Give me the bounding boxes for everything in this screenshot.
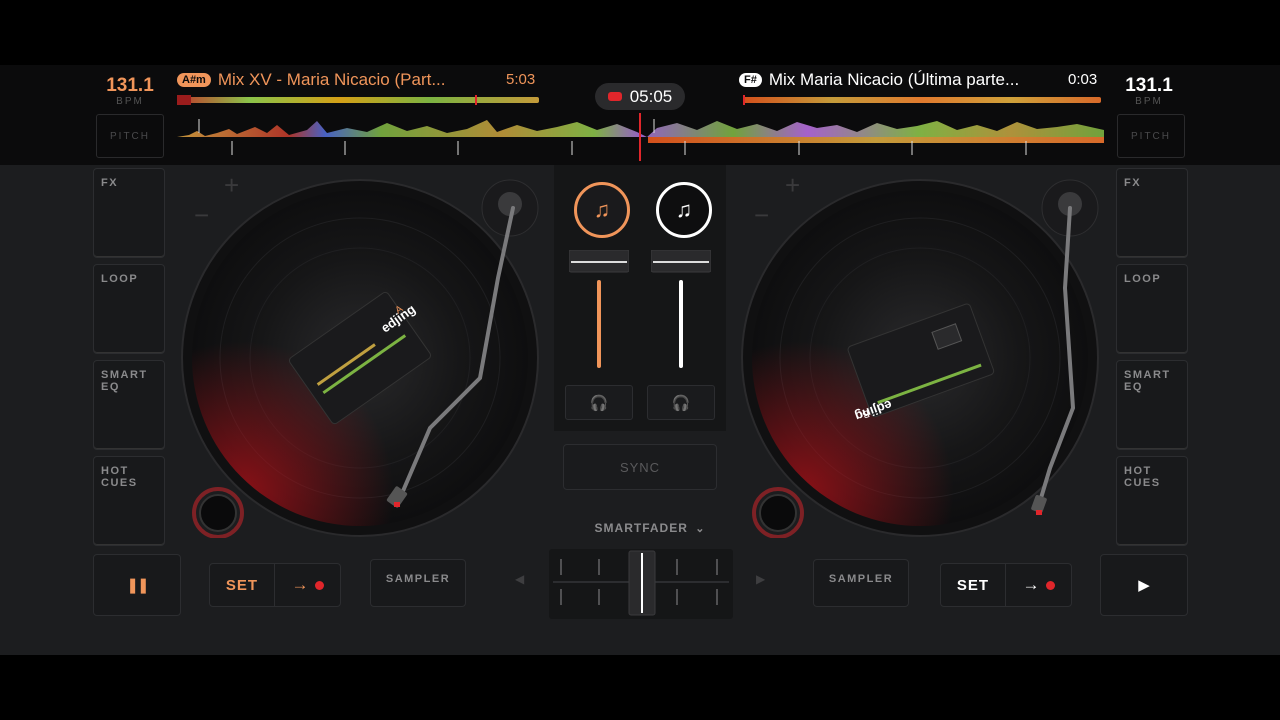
deck-a-bpm-label: BPM (116, 96, 144, 107)
headphones-icon: 🎧 (671, 394, 691, 412)
deck-b-mini-waveform[interactable] (743, 95, 1101, 105)
deck-b-bpm-label: BPM (1135, 96, 1163, 107)
deck-a-side-buttons: FX LOOP SMART EQ HOT CUES (93, 168, 165, 552)
deck-b-headphone-cue-button[interactable]: 🎧 (647, 385, 715, 420)
arrow-right-icon: → (291, 575, 309, 594)
deck-a-mini-waveform[interactable] (177, 95, 539, 105)
deck-b-loop-label: LOOP (1124, 273, 1162, 285)
deck-b-smart-eq-button[interactable]: SMART EQ (1116, 360, 1188, 450)
deck-b-title-text: Mix Maria Nicacio (Última parte... (768, 70, 1020, 89)
deck-b-side-buttons: FX LOOP SMART EQ HOT CUES (1116, 168, 1188, 552)
deck-a-set-button[interactable]: SET (210, 564, 275, 606)
deck-b-load-track-button[interactable]: ♫ (656, 182, 712, 238)
crossfader-left-arrow-icon[interactable]: ◀ (515, 572, 524, 586)
deck-b-track-time: 0:03 (1068, 71, 1098, 88)
deck-a-load-track-button[interactable]: ♫ (574, 182, 630, 238)
deck-a-volume-fader[interactable] (569, 250, 629, 372)
deck-b-hot-cues-label: HOT CUES (1124, 465, 1161, 489)
deck-a-smart-eq-button[interactable]: SMART EQ (93, 360, 165, 450)
play-icon: ▶ (1138, 577, 1150, 594)
arrow-right-icon: → (1022, 575, 1040, 594)
pause-icon: ❚❚ (126, 577, 149, 594)
record-icon (607, 92, 622, 101)
deck-b-bpm-value: 131.1 (1125, 75, 1173, 96)
recording-timer[interactable]: 05:05 (595, 83, 685, 110)
deck-a-track-title[interactable]: A#m Mix XV - Maria Nicacio (Part... (177, 70, 492, 90)
deck-b-cue-set-group: SET → (940, 563, 1072, 607)
deck-a-loop-label: LOOP (101, 273, 139, 285)
deck-a-cue-set-group: SET → (209, 563, 341, 607)
deck-b-bpm[interactable]: 131.1 BPM (1114, 75, 1184, 107)
deck-a-turntable[interactable]: edjing A (180, 178, 540, 538)
deck-a-bpm-value: 131.1 (106, 75, 154, 96)
deck-a-bpm[interactable]: 131.1 BPM (95, 75, 165, 107)
deck-a-smart-eq-label: SMART EQ (101, 369, 148, 393)
deck-a-hot-cues-label: HOT CUES (101, 465, 138, 489)
deck-a-jump-cue-button[interactable]: → (275, 564, 340, 606)
deck-a-headphone-cue-button[interactable]: 🎧 (565, 385, 633, 420)
deck-a-key-badge: A#m (177, 73, 211, 87)
music-note-icon: ♫ (593, 197, 611, 222)
crossfader-right-arrow-icon[interactable]: ▶ (756, 572, 765, 586)
chevron-down-icon: ⌄ (695, 523, 706, 535)
smartfader-selector[interactable]: SMARTFADER ⌄ (590, 521, 710, 535)
deck-b-jump-cue-button[interactable]: → (1006, 564, 1071, 606)
deck-a-title-text: Mix XV - Maria Nicacio (Part... (217, 70, 446, 89)
deck-b-key-badge: F# (739, 73, 762, 87)
edjing-app: 131.1 BPM PITCH A#m Mix XV - Maria Nicac… (0, 65, 1280, 655)
deck-b-play-pause-button[interactable]: ▶ (1100, 554, 1188, 616)
deck-b-turntable[interactable]: edjing B (740, 178, 1100, 538)
deck-a-track-time: 5:03 (506, 71, 536, 88)
crossfader[interactable] (549, 549, 733, 619)
deck-a-fx-button[interactable]: FX (93, 168, 165, 258)
deck-a-sampler-button[interactable]: SAMPLER (370, 559, 466, 607)
deck-b-track-title[interactable]: F# Mix Maria Nicacio (Última parte... (739, 70, 1066, 90)
deck-a-fx-label: FX (101, 177, 119, 189)
deck-b-fx-label: FX (1124, 177, 1142, 189)
deck-b-sampler-button[interactable]: SAMPLER (813, 559, 909, 607)
timer-value: 05:05 (629, 86, 673, 106)
deck-b-loop-button[interactable]: LOOP (1116, 264, 1188, 354)
cue-point-icon (314, 580, 324, 590)
deck-b-smart-eq-label: SMART EQ (1124, 369, 1171, 393)
deck-b-pitch-button[interactable]: PITCH (1117, 114, 1185, 158)
deck-a-pitch-button[interactable]: PITCH (96, 114, 164, 158)
main-waveform[interactable] (177, 113, 1104, 161)
headphones-icon: 🎧 (589, 394, 609, 412)
deck-b-fx-button[interactable]: FX (1116, 168, 1188, 258)
sync-button[interactable]: SYNC (563, 444, 717, 490)
deck-b-volume-fader[interactable] (651, 250, 711, 372)
smartfader-label: SMARTFADER (594, 521, 688, 535)
music-note-icon: ♫ (675, 197, 693, 222)
top-bar: 131.1 BPM PITCH A#m Mix XV - Maria Nicac… (0, 65, 1280, 165)
deck-a-loop-button[interactable]: LOOP (93, 264, 165, 354)
deck-a-hot-cues-button[interactable]: HOT CUES (93, 456, 165, 546)
cue-point-icon (1045, 580, 1055, 590)
deck-a-play-pause-button[interactable]: ❚❚ (93, 554, 181, 616)
deck-b-hot-cues-button[interactable]: HOT CUES (1116, 456, 1188, 546)
deck-b-set-button[interactable]: SET (941, 564, 1006, 606)
